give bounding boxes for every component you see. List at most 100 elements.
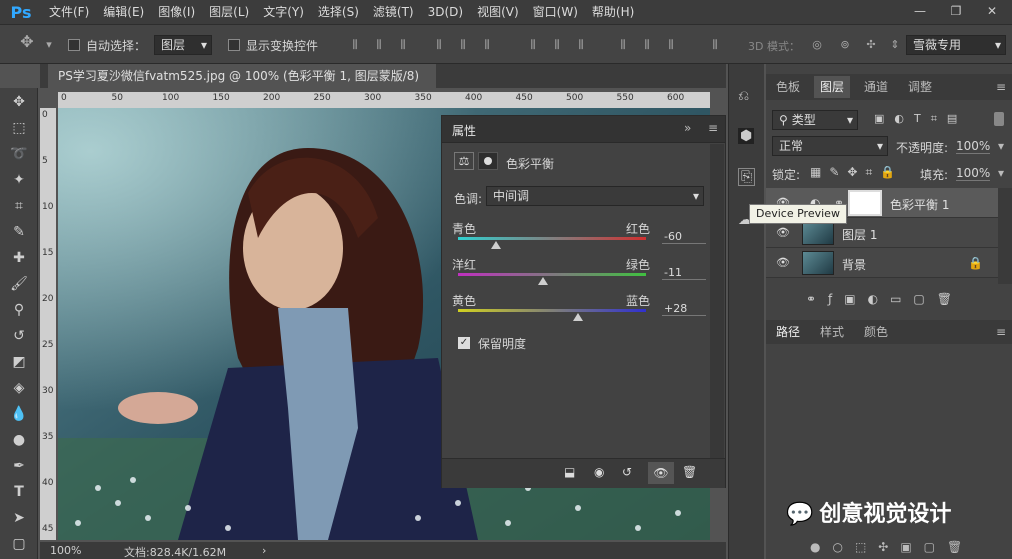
crop-tool-icon[interactable]: ⌗ xyxy=(9,196,29,216)
chevron-right-icon[interactable]: › xyxy=(262,544,266,557)
slider-value-field[interactable]: -11 xyxy=(662,266,706,280)
path-selection-tool-icon[interactable]: ➤ xyxy=(9,508,29,528)
filter-toggle[interactable] xyxy=(994,112,1004,126)
align-distribute-icon[interactable]: ⫼ xyxy=(456,38,470,52)
lock-icons[interactable]: ▦✎✥⌗🔒 xyxy=(810,165,903,180)
layer-thumbnail[interactable] xyxy=(802,221,834,245)
menu-item[interactable]: 滤镜(T) xyxy=(366,0,421,24)
menu-item[interactable]: 帮助(H) xyxy=(585,0,641,24)
auto-select-checkbox[interactable] xyxy=(68,39,80,51)
align-distribute-icon[interactable]: ⫼ xyxy=(396,38,410,52)
align-distribute-icon[interactable]: ⫼ xyxy=(640,38,654,52)
align-distribute-icon[interactable]: ⫼ xyxy=(372,38,386,52)
align-distribute-icon[interactable]: ⫼ xyxy=(348,38,362,52)
brush-tool-icon[interactable]: 🖌 xyxy=(9,274,29,294)
visibility-eye-icon[interactable]: 👁 xyxy=(648,462,674,484)
tool-preset-dropdown-icon[interactable]: ▾ xyxy=(42,38,56,52)
collapse-icon[interactable]: » xyxy=(684,121,691,135)
layers-panel-tab[interactable]: 图层 xyxy=(814,76,851,98)
device-preview-icon[interactable]: ⎘ xyxy=(738,168,756,186)
blend-mode-dropdown[interactable]: 正常 ▾ xyxy=(772,136,888,156)
marquee-tool-icon[interactable]: ⬚ xyxy=(9,118,29,138)
align-distribute-icon[interactable]: ⫼ xyxy=(574,38,588,52)
tone-dropdown[interactable]: 中间调 ▾ xyxy=(486,186,704,206)
align-distribute-icon[interactable]: ⫼ xyxy=(664,38,678,52)
clone-stamp-tool-icon[interactable]: ⚲ xyxy=(9,300,29,320)
history-brush-tool-icon[interactable]: ↺ xyxy=(9,326,29,346)
align-distribute-icon[interactable]: ⫼ xyxy=(526,38,540,52)
menu-item[interactable]: 窗口(W) xyxy=(526,0,585,24)
slide-3d-icon[interactable]: ⇕ xyxy=(888,38,902,52)
blur-tool-icon[interactable]: 💧 xyxy=(9,404,29,424)
layer-row[interactable]: 👁 背景 🔒 xyxy=(766,248,998,278)
zoom-level[interactable]: 100% xyxy=(50,544,81,557)
layer-mask-thumbnail[interactable] xyxy=(848,190,882,216)
view-previous-icon[interactable]: ◉ xyxy=(594,465,604,479)
pen-tool-icon[interactable]: ✒ xyxy=(9,456,29,476)
filter-type-icons[interactable]: ▣◐T⌗▤ xyxy=(874,112,967,126)
bottom-panel-tab[interactable]: 样式 xyxy=(820,321,844,343)
align-distribute-icon[interactable]: ⫼ xyxy=(550,38,564,52)
layer-thumbnail[interactable] xyxy=(802,251,834,275)
opacity-value[interactable]: 100% xyxy=(956,139,991,154)
align-distribute-icon[interactable]: ⫼ xyxy=(480,38,494,52)
properties-tab[interactable]: 属性 xyxy=(452,122,476,139)
eraser-tool-icon[interactable]: ◩ xyxy=(9,352,29,372)
layers-panel-tab[interactable]: 通道 xyxy=(864,76,888,98)
slider-thumb[interactable] xyxy=(490,241,501,249)
move-tool-icon[interactable]: ✥ xyxy=(9,92,29,112)
reset-icon[interactable]: ↺ xyxy=(622,465,632,479)
layer-filter-dropdown[interactable]: ⚲ 类型 ▾ xyxy=(772,110,858,130)
3d-panel-icon[interactable]: ⬢ xyxy=(738,128,755,144)
visibility-eye-icon[interactable]: 👁 xyxy=(776,256,790,270)
menu-item[interactable]: 文件(F) xyxy=(42,0,96,24)
slider-thumb[interactable] xyxy=(573,313,584,321)
workspace-dropdown[interactable]: 雪薇专用 ▾ xyxy=(906,35,1006,55)
menu-item[interactable]: 文字(Y) xyxy=(256,0,311,24)
fill-value[interactable]: 100% xyxy=(956,166,991,181)
menu-item[interactable]: 图像(I) xyxy=(151,0,202,24)
restore-button[interactable]: ❐ xyxy=(940,0,972,22)
menu-item[interactable]: 图层(L) xyxy=(202,0,256,24)
menu-item[interactable]: 选择(S) xyxy=(311,0,366,24)
chevron-down-icon[interactable]: ▾ xyxy=(998,139,1004,153)
chevron-down-icon[interactable]: ▾ xyxy=(998,166,1004,180)
balance-icon[interactable]: ⚖ xyxy=(454,152,474,170)
minimize-button[interactable]: — xyxy=(904,0,936,22)
close-button[interactable]: ✕ xyxy=(976,0,1008,22)
preserve-luminosity-checkbox[interactable]: ✓ xyxy=(458,337,470,349)
bottom-panel-tab[interactable]: 颜色 xyxy=(864,321,888,343)
bottom-panel-tab[interactable]: 路径 xyxy=(776,321,800,343)
align-distribute-icon[interactable]: ⫼ xyxy=(432,38,446,52)
align-distribute-icon[interactable]: ⫼ xyxy=(708,38,722,52)
paint-bucket-tool-icon[interactable]: ◈ xyxy=(9,378,29,398)
layer-footer-icons[interactable]: ⚭ƒ▣◐▭▢🗑 xyxy=(806,292,964,306)
color-balance-slider-track[interactable] xyxy=(458,273,646,276)
trash-icon[interactable]: 🗑 xyxy=(682,465,697,479)
document-tab[interactable]: PS学习夏沙微信fvatm525.jpg @ 100% (色彩平衡 1, 图层蒙… xyxy=(48,64,436,107)
slider-value-field[interactable]: -60 xyxy=(662,230,706,244)
properties-scrollbar[interactable] xyxy=(710,144,724,458)
slider-thumb[interactable] xyxy=(537,277,548,285)
show-transform-checkbox[interactable] xyxy=(228,39,240,51)
panel-menu-icon[interactable]: ≡ xyxy=(996,325,1006,339)
menu-item[interactable]: 编辑(E) xyxy=(96,0,151,24)
type-tool-icon[interactable]: T xyxy=(9,482,29,502)
rotate-3d-icon[interactable]: ◎ xyxy=(810,38,824,52)
menu-item[interactable]: 视图(V) xyxy=(470,0,526,24)
healing-brush-tool-icon[interactable]: ✚ xyxy=(9,248,29,268)
roll-3d-icon[interactable]: ⊚ xyxy=(838,38,852,52)
clip-to-layer-icon[interactable]: ⬓ xyxy=(564,465,575,479)
panel-menu-icon[interactable]: ≡ xyxy=(708,121,718,135)
layers-panel-tab[interactable]: 调整 xyxy=(908,76,932,98)
path-footer-icons[interactable]: ●○⬚✣▣▢🗑 xyxy=(810,540,974,554)
visibility-eye-icon[interactable]: 👁 xyxy=(776,226,790,240)
mask-icon[interactable] xyxy=(478,152,498,170)
panel-menu-icon[interactable]: ≡ xyxy=(996,80,1006,94)
align-distribute-icon[interactable]: ⫼ xyxy=(616,38,630,52)
dodge-tool-icon[interactable]: ● xyxy=(9,430,29,450)
lasso-tool-icon[interactable]: ➰ xyxy=(9,144,29,164)
slider-value-field[interactable]: +28 xyxy=(662,302,706,316)
menu-item[interactable]: 3D(D) xyxy=(421,0,470,24)
shape-tool-icon[interactable]: ▢ xyxy=(9,534,29,554)
